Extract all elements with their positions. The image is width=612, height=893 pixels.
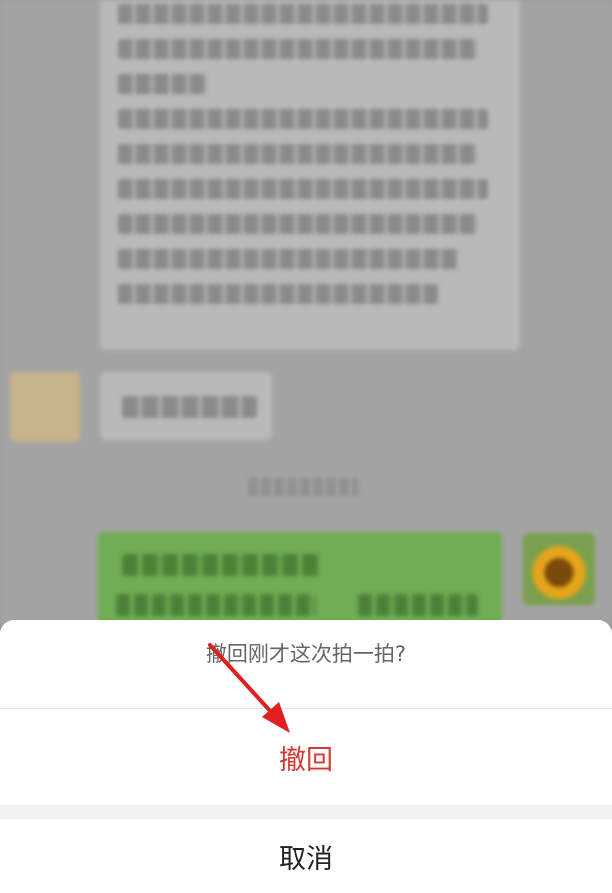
contact-avatar[interactable]	[10, 372, 80, 442]
incoming-short-message	[100, 372, 272, 440]
separator-gap	[0, 805, 612, 819]
withdraw-button[interactable]: 撤回	[0, 709, 612, 805]
action-sheet-title: 撤回刚才这次拍一拍?	[205, 642, 407, 666]
my-avatar[interactable]	[523, 533, 595, 605]
chat-background	[0, 0, 612, 625]
cancel-button[interactable]: 取消	[0, 819, 612, 893]
message-timestamp	[248, 478, 358, 496]
outgoing-message-bubble	[98, 532, 502, 625]
incoming-message-bubble	[100, 0, 520, 350]
